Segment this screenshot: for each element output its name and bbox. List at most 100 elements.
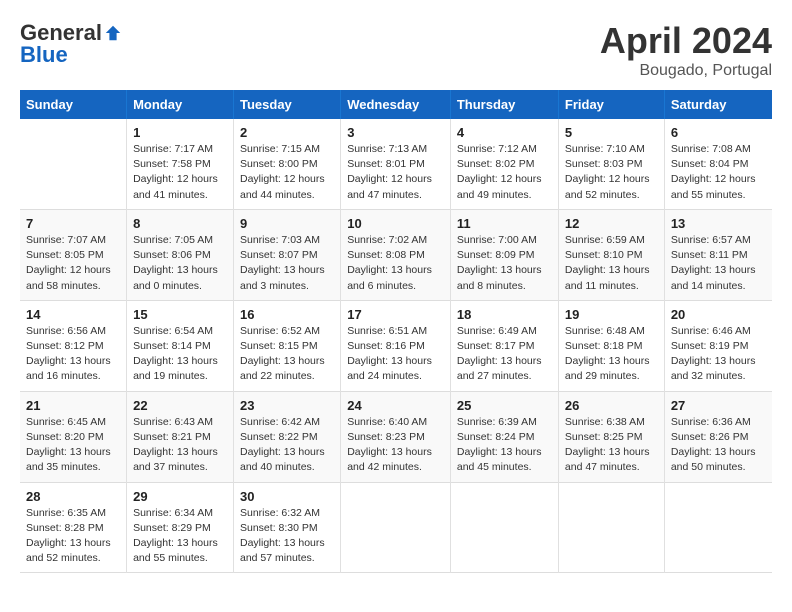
calendar-cell: 6 Sunrise: 7:08 AM Sunset: 8:04 PM Daylig… <box>664 119 772 209</box>
day-number: 8 <box>133 216 227 231</box>
day-number: 27 <box>671 398 766 413</box>
day-info: Sunrise: 7:08 AM Sunset: 8:04 PM Dayligh… <box>671 142 766 203</box>
calendar-cell: 8 Sunrise: 7:05 AM Sunset: 8:06 PM Daylig… <box>127 209 234 300</box>
day-info: Sunrise: 7:07 AM Sunset: 8:05 PM Dayligh… <box>26 233 120 294</box>
day-info: Sunrise: 6:36 AM Sunset: 8:26 PM Dayligh… <box>671 415 766 476</box>
day-info: Sunrise: 6:35 AM Sunset: 8:28 PM Dayligh… <box>26 506 120 567</box>
calendar-cell: 20 Sunrise: 6:46 AM Sunset: 8:19 PM Dayli… <box>664 300 772 391</box>
day-number: 14 <box>26 307 120 322</box>
calendar-cell: 21 Sunrise: 6:45 AM Sunset: 8:20 PM Dayli… <box>20 391 127 482</box>
day-number: 18 <box>457 307 552 322</box>
header-tuesday: Tuesday <box>234 90 341 119</box>
calendar-cell: 16 Sunrise: 6:52 AM Sunset: 8:15 PM Dayli… <box>234 300 341 391</box>
page-header: General Blue April 2024 Bougado, Portuga… <box>20 20 772 80</box>
day-info: Sunrise: 6:38 AM Sunset: 8:25 PM Dayligh… <box>565 415 658 476</box>
calendar-cell: 19 Sunrise: 6:48 AM Sunset: 8:18 PM Dayli… <box>558 300 664 391</box>
day-number: 28 <box>26 489 120 504</box>
calendar-cell <box>664 482 772 573</box>
calendar-cell: 11 Sunrise: 7:00 AM Sunset: 8:09 PM Dayli… <box>450 209 558 300</box>
day-info: Sunrise: 6:57 AM Sunset: 8:11 PM Dayligh… <box>671 233 766 294</box>
day-number: 16 <box>240 307 334 322</box>
calendar-cell: 22Sunrise: 6:43 AM Sunset: 8:21 PM Dayli… <box>127 391 234 482</box>
day-info: Sunrise: 6:42 AM Sunset: 8:22 PM Dayligh… <box>240 415 334 476</box>
title-block: April 2024 Bougado, Portugal <box>600 20 772 80</box>
day-number: 26 <box>565 398 658 413</box>
day-number: 9 <box>240 216 334 231</box>
calendar-cell: 28 Sunrise: 6:35 AM Sunset: 8:28 PM Dayli… <box>20 482 127 573</box>
day-number: 4 <box>457 125 552 140</box>
day-number: 23 <box>240 398 334 413</box>
calendar-cell: 5 Sunrise: 7:10 AM Sunset: 8:03 PM Daylig… <box>558 119 664 209</box>
day-info: Sunrise: 6:32 AM Sunset: 8:30 PM Dayligh… <box>240 506 334 567</box>
calendar-cell: 18 Sunrise: 6:49 AM Sunset: 8:17 PM Dayli… <box>450 300 558 391</box>
calendar-table: SundayMondayTuesdayWednesdayThursdayFrid… <box>20 90 772 573</box>
header-thursday: Thursday <box>450 90 558 119</box>
day-info: Sunrise: 6:46 AM Sunset: 8:19 PM Dayligh… <box>671 324 766 385</box>
calendar-cell: 26 Sunrise: 6:38 AM Sunset: 8:25 PM Dayli… <box>558 391 664 482</box>
day-number: 3 <box>347 125 444 140</box>
day-info: Sunrise: 7:13 AM Sunset: 8:01 PM Dayligh… <box>347 142 444 203</box>
day-info: Sunrise: 7:10 AM Sunset: 8:03 PM Dayligh… <box>565 142 658 203</box>
header-friday: Friday <box>558 90 664 119</box>
logo-blue-text: Blue <box>20 42 68 68</box>
day-info: Sunrise: 7:12 AM Sunset: 8:02 PM Dayligh… <box>457 142 552 203</box>
calendar-cell: 17 Sunrise: 6:51 AM Sunset: 8:16 PM Dayli… <box>341 300 451 391</box>
logo: General Blue <box>20 20 122 68</box>
day-number: 1 <box>133 125 227 140</box>
header-sunday: Sunday <box>20 90 127 119</box>
day-number: 7 <box>26 216 120 231</box>
day-number: 20 <box>671 307 766 322</box>
day-number: 10 <box>347 216 444 231</box>
calendar-row: 1 Sunrise: 7:17 AM Sunset: 7:58 PM Daylig… <box>20 119 772 209</box>
day-number: 24 <box>347 398 444 413</box>
header-wednesday: Wednesday <box>341 90 451 119</box>
calendar-cell <box>450 482 558 573</box>
day-info: Sunrise: 6:52 AM Sunset: 8:15 PM Dayligh… <box>240 324 334 385</box>
day-number: 29 <box>133 489 227 504</box>
day-number: 30 <box>240 489 334 504</box>
day-info: Sunrise: 7:15 AM Sunset: 8:00 PM Dayligh… <box>240 142 334 203</box>
day-info: Sunrise: 6:45 AM Sunset: 8:20 PM Dayligh… <box>26 415 120 476</box>
day-info: Sunrise: 7:17 AM Sunset: 7:58 PM Dayligh… <box>133 142 227 203</box>
day-number: 25 <box>457 398 552 413</box>
calendar-cell: 23 Sunrise: 6:42 AM Sunset: 8:22 PM Dayli… <box>234 391 341 482</box>
day-info: Sunrise: 7:05 AM Sunset: 8:06 PM Dayligh… <box>133 233 227 294</box>
month-title: April 2024 <box>600 20 772 62</box>
day-info: Sunrise: 6:59 AM Sunset: 8:10 PM Dayligh… <box>565 233 658 294</box>
day-number: 5 <box>565 125 658 140</box>
calendar-cell <box>558 482 664 573</box>
day-info: Sunrise: 6:39 AM Sunset: 8:24 PM Dayligh… <box>457 415 552 476</box>
calendar-row: 28 Sunrise: 6:35 AM Sunset: 8:28 PM Dayli… <box>20 482 772 573</box>
calendar-cell: 1 Sunrise: 7:17 AM Sunset: 7:58 PM Daylig… <box>127 119 234 209</box>
day-number: 19 <box>565 307 658 322</box>
day-info: Sunrise: 6:48 AM Sunset: 8:18 PM Dayligh… <box>565 324 658 385</box>
day-info: Sunrise: 6:43 AM Sunset: 8:21 PM Dayligh… <box>133 415 227 476</box>
day-number: 17 <box>347 307 444 322</box>
day-info: Sunrise: 7:03 AM Sunset: 8:07 PM Dayligh… <box>240 233 334 294</box>
day-number: 6 <box>671 125 766 140</box>
calendar-header-row: SundayMondayTuesdayWednesdayThursdayFrid… <box>20 90 772 119</box>
day-number: 21 <box>26 398 120 413</box>
calendar-cell: 24Sunrise: 6:40 AM Sunset: 8:23 PM Dayli… <box>341 391 451 482</box>
day-number: 11 <box>457 216 552 231</box>
calendar-cell: 14 Sunrise: 6:56 AM Sunset: 8:12 PM Dayli… <box>20 300 127 391</box>
calendar-cell: 29Sunrise: 6:34 AM Sunset: 8:29 PM Dayli… <box>127 482 234 573</box>
day-info: Sunrise: 6:51 AM Sunset: 8:16 PM Dayligh… <box>347 324 444 385</box>
location: Bougado, Portugal <box>600 62 772 80</box>
calendar-cell: 27 Sunrise: 6:36 AM Sunset: 8:26 PM Dayli… <box>664 391 772 482</box>
day-info: Sunrise: 6:56 AM Sunset: 8:12 PM Dayligh… <box>26 324 120 385</box>
day-info: Sunrise: 6:49 AM Sunset: 8:17 PM Dayligh… <box>457 324 552 385</box>
calendar-cell: 7 Sunrise: 7:07 AM Sunset: 8:05 PM Daylig… <box>20 209 127 300</box>
day-info: Sunrise: 7:00 AM Sunset: 8:09 PM Dayligh… <box>457 233 552 294</box>
calendar-cell: 25 Sunrise: 6:39 AM Sunset: 8:24 PM Dayli… <box>450 391 558 482</box>
calendar-cell: 4 Sunrise: 7:12 AM Sunset: 8:02 PM Daylig… <box>450 119 558 209</box>
calendar-cell <box>341 482 451 573</box>
day-info: Sunrise: 6:54 AM Sunset: 8:14 PM Dayligh… <box>133 324 227 385</box>
day-number: 2 <box>240 125 334 140</box>
calendar-cell: 15Sunrise: 6:54 AM Sunset: 8:14 PM Dayli… <box>127 300 234 391</box>
calendar-cell: 10Sunrise: 7:02 AM Sunset: 8:08 PM Dayli… <box>341 209 451 300</box>
logo-icon <box>104 24 122 42</box>
calendar-cell: 2 Sunrise: 7:15 AM Sunset: 8:00 PM Daylig… <box>234 119 341 209</box>
calendar-cell <box>20 119 127 209</box>
calendar-row: 14 Sunrise: 6:56 AM Sunset: 8:12 PM Dayli… <box>20 300 772 391</box>
